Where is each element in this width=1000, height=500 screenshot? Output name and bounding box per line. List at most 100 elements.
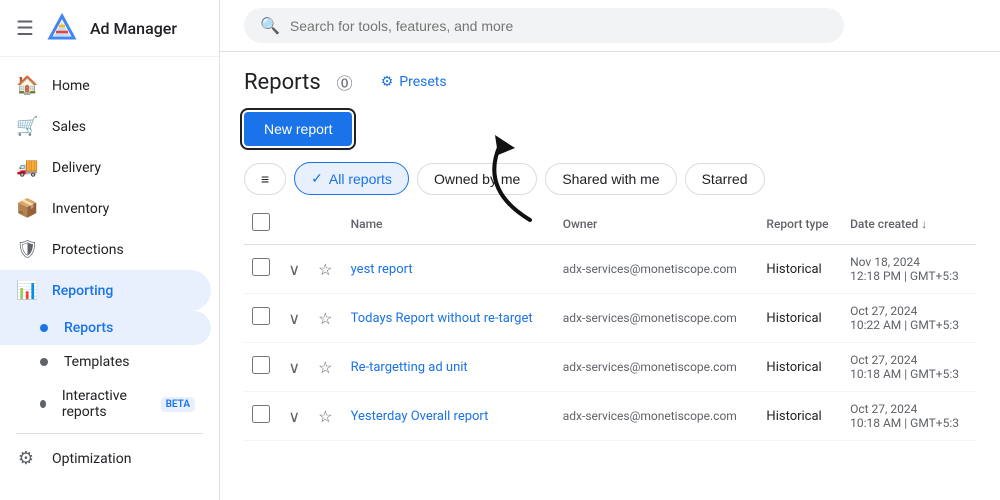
sidebar-item-sales[interactable]: 🛒 Sales [0, 106, 211, 147]
sidebar-item-templates[interactable]: Templates [0, 345, 211, 379]
tab-label: Owned by me [434, 171, 520, 187]
report-name-cell: Re-targetting ad unit [343, 343, 555, 392]
row-checkbox[interactable] [252, 307, 270, 325]
table-body: ∨ ☆ yest report adx-services@monetiscope… [244, 245, 976, 441]
sidebar-item-interactive-reports[interactable]: Interactive reports BETA [0, 379, 211, 429]
row-checkbox[interactable] [252, 405, 270, 423]
report-link[interactable]: yest report [351, 262, 413, 277]
date-created-header[interactable]: Date created ↓ [842, 203, 976, 245]
report-name-cell: Yesterday Overall report [343, 392, 555, 441]
presets-button[interactable]: ⚙ Presets [369, 68, 459, 96]
star-icon[interactable]: ☆ [318, 260, 332, 279]
select-all-checkbox[interactable] [252, 213, 270, 231]
tab-filter[interactable]: ≡ [244, 163, 286, 195]
hamburger-icon[interactable]: ☰ [16, 16, 34, 40]
reports-table-container: Name Owner Report type Date created ↓ ∨ … [220, 203, 1000, 500]
search-input[interactable] [290, 18, 828, 34]
expand-icon[interactable]: ∨ [288, 407, 300, 426]
protections-icon: 🛡 [16, 239, 36, 260]
report-type-cell: Historical [758, 343, 842, 392]
row-expand-cell[interactable]: ∨ [280, 343, 310, 392]
inventory-icon: 📦 [16, 198, 36, 219]
tab-shared-with-me[interactable]: Shared with me [545, 163, 676, 195]
new-report-button[interactable]: New report [244, 112, 352, 146]
sidebar-item-optimization[interactable]: ⚙ Optimization [0, 438, 211, 479]
row-star-cell[interactable]: ☆ [310, 294, 343, 343]
presets-label: Presets [399, 74, 446, 90]
owner-cell: adx-services@monetiscope.com [555, 294, 759, 343]
topbar: 🔍 [220, 0, 1000, 52]
report-type-cell: Historical [758, 294, 842, 343]
help-icon[interactable]: ⓪ [337, 70, 353, 94]
report-type-header: Report type [758, 203, 842, 245]
optimization-icon: ⚙ [16, 448, 36, 469]
owner-cell: adx-services@monetiscope.com [555, 245, 759, 294]
report-link[interactable]: Todays Report without re-target [351, 311, 533, 326]
checkbox-header [244, 203, 280, 245]
star-header [310, 203, 343, 245]
row-star-cell[interactable]: ☆ [310, 245, 343, 294]
app-logo [46, 12, 78, 44]
sidebar-divider [16, 433, 203, 434]
star-icon[interactable]: ☆ [318, 358, 332, 377]
table-header: Name Owner Report type Date created ↓ [244, 203, 976, 245]
report-link[interactable]: Yesterday Overall report [351, 409, 489, 424]
star-icon[interactable]: ☆ [318, 309, 332, 328]
table-row: ∨ ☆ yest report adx-services@monetiscope… [244, 245, 976, 294]
expand-header [280, 203, 310, 245]
main-content: 🔍 Reports ⓪ ⚙ Presets New report ≡ ✓ All… [220, 0, 1000, 500]
sidebar-item-reports[interactable]: Reports [0, 311, 211, 345]
date-created-cell: Nov 18, 202412:18 PM | GMT+5:3 [842, 245, 976, 294]
report-link[interactable]: Re-targetting ad unit [351, 360, 468, 375]
star-icon[interactable]: ☆ [318, 407, 332, 426]
row-star-cell[interactable]: ☆ [310, 343, 343, 392]
active-dot-icon [40, 324, 48, 332]
search-icon: 🔍 [260, 16, 280, 35]
sidebar-item-label: Reporting [52, 283, 113, 299]
app-title: Ad Manager [90, 19, 177, 38]
sidebar-item-protections[interactable]: 🛡 Protections [0, 229, 211, 270]
row-checkbox[interactable] [252, 356, 270, 374]
sidebar-item-delivery[interactable]: 🚚 Delivery [0, 147, 211, 188]
tab-starred[interactable]: Starred [685, 163, 765, 195]
date-created-cell: Oct 27, 202410:22 AM | GMT+5:3 [842, 294, 976, 343]
row-checkbox-cell[interactable] [244, 392, 280, 441]
sidebar-item-label: Optimization [52, 451, 131, 467]
row-expand-cell[interactable]: ∨ [280, 392, 310, 441]
row-star-cell[interactable]: ☆ [310, 392, 343, 441]
dot-icon [40, 400, 46, 408]
row-checkbox-cell[interactable] [244, 294, 280, 343]
expand-icon[interactable]: ∨ [288, 358, 300, 377]
tab-all-reports[interactable]: ✓ All reports [294, 162, 409, 195]
tab-label: Shared with me [562, 171, 659, 187]
report-type-cell: Historical [758, 245, 842, 294]
row-checkbox-cell[interactable] [244, 343, 280, 392]
search-bar[interactable]: 🔍 [244, 8, 844, 43]
reporting-icon: 📊 [16, 280, 36, 301]
checkmark-icon: ✓ [311, 170, 323, 187]
row-checkbox[interactable] [252, 258, 270, 276]
tab-owned-by-me[interactable]: Owned by me [417, 163, 537, 195]
report-type-cell: Historical [758, 392, 842, 441]
expand-icon[interactable]: ∨ [288, 309, 300, 328]
table-row: ∨ ☆ Re-targetting ad unit adx-services@m… [244, 343, 976, 392]
date-created-cell: Oct 27, 202410:18 AM | GMT+5:3 [842, 343, 976, 392]
sidebar-item-home[interactable]: 🏠 Home [0, 65, 211, 106]
expand-icon[interactable]: ∨ [288, 260, 300, 279]
dot-icon [40, 358, 48, 366]
sidebar-item-label: Sales [52, 119, 86, 135]
sidebar-item-label: Protections [52, 242, 124, 258]
delivery-icon: 🚚 [16, 157, 36, 178]
table-row: ∨ ☆ Todays Report without re-target adx-… [244, 294, 976, 343]
sidebar: ☰ Ad Manager 🏠 Home 🛒 Sales 🚚 Delivery 📦… [0, 0, 220, 500]
report-name-cell: yest report [343, 245, 555, 294]
sidebar-item-inventory[interactable]: 📦 Inventory [0, 188, 211, 229]
sidebar-header: ☰ Ad Manager [0, 0, 219, 57]
sidebar-item-reporting[interactable]: 📊 Reporting [0, 270, 211, 311]
row-expand-cell[interactable]: ∨ [280, 245, 310, 294]
tab-label: Starred [702, 171, 748, 187]
sales-icon: 🛒 [16, 116, 36, 137]
row-expand-cell[interactable]: ∨ [280, 294, 310, 343]
owner-cell: adx-services@monetiscope.com [555, 343, 759, 392]
row-checkbox-cell[interactable] [244, 245, 280, 294]
